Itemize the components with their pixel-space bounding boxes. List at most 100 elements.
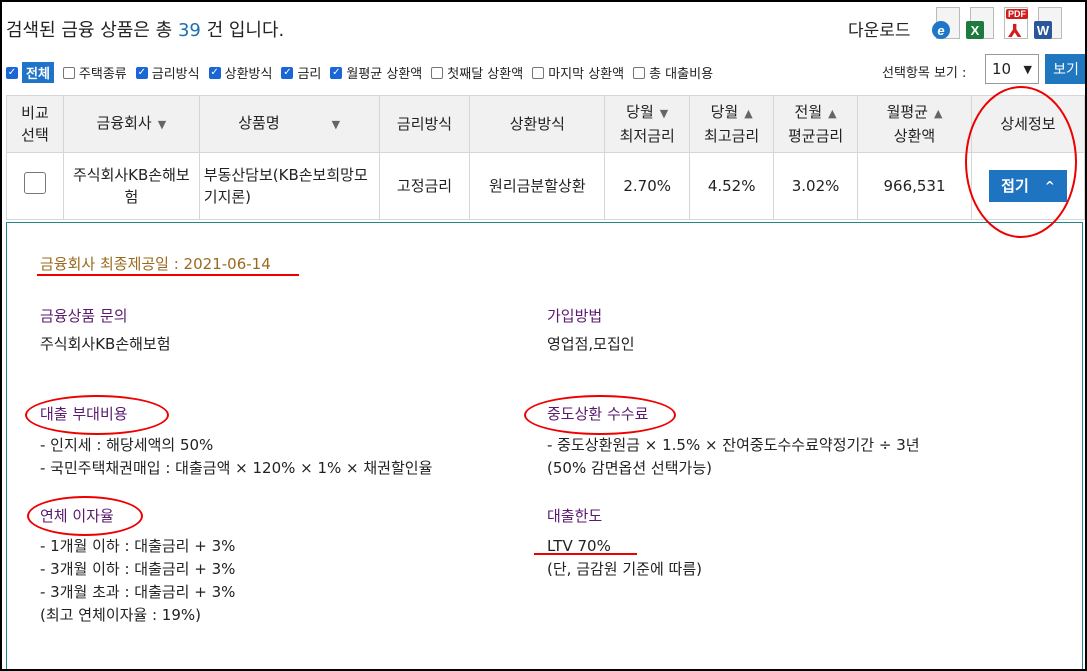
filter-all-label: 전체: [22, 62, 54, 83]
annotation-underline: [534, 553, 637, 555]
filter-all[interactable]: ✓ 전체: [6, 62, 54, 83]
header-text: 당월: [626, 103, 654, 121]
summary-suffix: 건 입니다.: [206, 20, 285, 41]
checkbox-checked-icon[interactable]: ✓: [330, 66, 343, 79]
checkbox-icon[interactable]: [633, 66, 646, 79]
company-cell: 주식회사KB손해보험: [62, 152, 200, 220]
column-filters: ✓ 전체 주택종류 ✓ 금리방식 ✓ 상환방식 ✓ 금리 ✓ 월평균 상환액 첫째달 상…: [6, 62, 722, 83]
header-repay-type: 상환방식: [469, 95, 606, 153]
summary-prefix: 검색된 금융 상품은 총: [6, 20, 173, 41]
annotation-circle: [25, 395, 169, 435]
table-header-row: 비교선택 금융회사 ▼ 상품명 ▼ 금리방식 상환방식 당월 ▼ 최저금리 당월 ▲ 최고금…: [6, 95, 1085, 153]
view-count-select[interactable]: 10 ▼: [985, 54, 1039, 84]
header-product[interactable]: 상품명 ▼: [198, 95, 380, 153]
filter-monthly-payment[interactable]: ✓ 월평균 상환액: [330, 63, 422, 82]
header-text: 당월: [710, 103, 739, 121]
header-text: 금융회사: [96, 114, 152, 132]
checkbox-icon[interactable]: [62, 66, 75, 79]
header-text: 평균금리: [787, 127, 844, 145]
overdue-rate-line: - 3개월 초과 : 대출금리 + 3%: [40, 583, 236, 601]
sort-up-icon[interactable]: ▲: [744, 107, 752, 120]
checkbox-icon[interactable]: [431, 66, 444, 79]
view-count-value: 10: [992, 60, 1012, 78]
filter-rate[interactable]: ✓ 금리: [281, 63, 321, 82]
result-summary: 검색된 금융 상품은 총 39 건 입니다.: [6, 16, 284, 42]
annotation-underline: [37, 274, 299, 276]
checkbox-checked-icon[interactable]: ✓: [6, 66, 18, 79]
view-button[interactable]: 보기: [1045, 54, 1085, 84]
filter-housing-type[interactable]: 주택종류: [62, 63, 127, 82]
sort-up-icon[interactable]: ▲: [828, 107, 836, 120]
filter-last-payment[interactable]: 마지막 상환액: [532, 63, 624, 82]
word-icon[interactable]: W: [1034, 7, 1062, 41]
checkbox-checked-icon[interactable]: ✓: [281, 66, 294, 79]
filter-repay-type[interactable]: ✓ 상환방식: [208, 63, 273, 82]
sort-down-icon[interactable]: ▼: [660, 107, 668, 120]
pdf-icon[interactable]: PDF ⅄: [1000, 7, 1028, 42]
header-text: 월평균: [886, 103, 928, 121]
annotation-circle: [524, 395, 676, 435]
header-company[interactable]: 금융회사 ▼: [62, 95, 200, 153]
header-text: 전월: [794, 103, 823, 121]
header-text: 비교: [21, 104, 49, 122]
product-cell: 부동산담보(KB손보희망모기지론): [198, 152, 380, 220]
sort-up-icon[interactable]: ▲: [934, 107, 942, 120]
header-text: 상환방식: [509, 115, 565, 133]
sort-down-icon[interactable]: ▼: [332, 118, 340, 131]
inquiry-value: 주식회사KB손해보험: [40, 335, 171, 353]
detail-panel: 금융회사 최종제공일 : 2021-06-14 금융상품 문의 주식회사KB손해…: [6, 222, 1083, 669]
repay-type-cell: 원리금분할상환: [469, 152, 606, 220]
view-count-label: 선택항목 보기 :: [882, 66, 967, 81]
filter-label: 금리방식: [151, 67, 200, 82]
annotation-circle: [965, 86, 1077, 238]
header-rate-type: 금리방식: [378, 95, 471, 153]
overdue-rate-line: (최고 연체이자율 : 19%): [40, 606, 202, 624]
loan-cost-line: - 인지세 : 해당세액의 50%: [40, 436, 214, 454]
chevron-down-icon: ▼: [1023, 62, 1032, 76]
checkbox-checked-icon[interactable]: ✓: [135, 66, 148, 79]
filter-first-payment[interactable]: 첫째달 상환액: [431, 63, 523, 82]
header-text: 상품명: [238, 114, 280, 132]
download-label: 다운로드: [848, 21, 911, 41]
header-max-rate[interactable]: 당월 ▲ 최고금리: [689, 95, 775, 153]
sort-down-icon[interactable]: ▼: [158, 118, 166, 131]
disclosure-date: 금융회사 최종제공일 : 2021-06-14: [40, 255, 271, 273]
download-icons: e X PDF ⅄ W: [932, 7, 1062, 42]
filter-label: 마지막 상환액: [548, 67, 625, 82]
checkbox-checked-icon[interactable]: ✓: [208, 66, 221, 79]
rate-type-cell: 고정금리: [378, 152, 471, 220]
monthly-cell: 966,531: [857, 152, 972, 220]
loan-limit-note: (단, 금감원 기준에 따름): [547, 560, 702, 578]
header-text: 선택: [21, 126, 49, 144]
header-min-rate[interactable]: 당월 ▼ 최저금리: [604, 95, 691, 153]
filter-total-cost[interactable]: 총 대출비용: [633, 63, 713, 82]
compare-cell: [6, 152, 64, 220]
header-text: 최고금리: [704, 127, 760, 145]
excel-icon[interactable]: X: [966, 7, 994, 41]
header-text: 상환액: [893, 127, 936, 145]
header-text: 최저금리: [619, 127, 675, 145]
max-rate-cell: 4.52%: [689, 152, 775, 220]
filter-label: 금리: [297, 67, 322, 82]
header-monthly[interactable]: 월평균 ▲ 상환액: [857, 95, 972, 153]
compare-checkbox[interactable]: [23, 172, 46, 194]
header-avg-rate[interactable]: 전월 ▲ 평균금리: [773, 95, 859, 153]
prepayment-fee-line: (50% 감면옵션 선택가능): [547, 459, 712, 477]
filter-label: 총 대출비용: [649, 67, 714, 82]
table-row: 주식회사KB손해보험 부동산담보(KB손보희망모기지론) 고정금리 원리금분할상…: [6, 152, 1085, 220]
page-frame: 검색된 금융 상품은 총 39 건 입니다. 다운로드 e X PDF ⅄ W ✓…: [0, 0, 1087, 671]
filter-label: 상환방식: [224, 67, 273, 82]
result-count: 39: [177, 20, 201, 41]
product-table: 비교선택 금융회사 ▼ 상품명 ▼ 금리방식 상환방식 당월 ▼ 최저금리 당월 ▲ 최고금…: [6, 95, 1085, 220]
annotation-circle: [27, 496, 143, 536]
inquiry-label: 금융상품 문의: [40, 307, 128, 325]
min-rate-cell: 2.70%: [604, 152, 691, 220]
join-method-label: 가입방법: [547, 307, 603, 325]
join-method-value: 영업점,모집인: [547, 335, 635, 353]
ie-icon[interactable]: e: [932, 7, 960, 41]
header-text: 금리방식: [396, 115, 453, 133]
overdue-rate-line: - 1개월 이하 : 대출금리 + 3%: [40, 537, 236, 555]
prepayment-fee-line: - 중도상환원금 × 1.5% × 잔여중도수수료약정기간 ÷ 3년: [547, 436, 920, 454]
filter-rate-type[interactable]: ✓ 금리방식: [135, 63, 200, 82]
checkbox-icon[interactable]: [532, 66, 545, 79]
